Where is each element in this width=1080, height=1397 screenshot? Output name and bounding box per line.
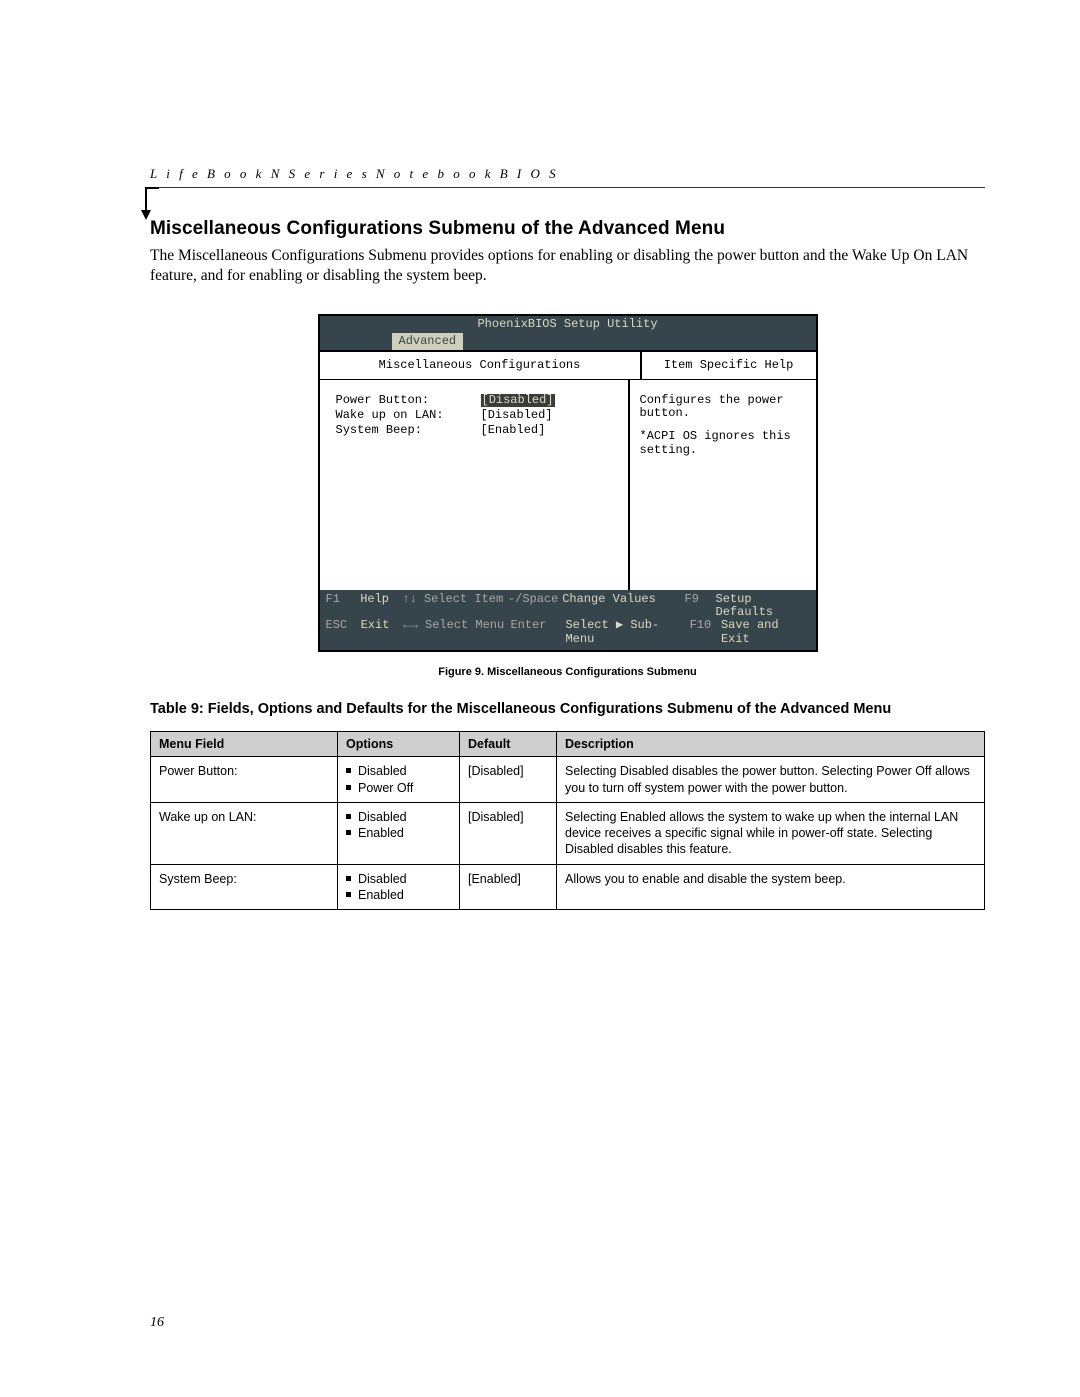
th-description: Description xyxy=(557,732,985,757)
running-header: L i f e B o o k N S e r i e s N o t e b … xyxy=(150,165,985,188)
table-row: Power Button:DisabledPower Off[Disabled]… xyxy=(151,757,985,803)
bios-value: [Disabled] xyxy=(481,409,553,422)
bios-screenshot: PhoenixBIOS Setup Utility Advanced Misce… xyxy=(318,314,818,652)
table-row: Wake up on LAN:DisabledEnabled[Disabled]… xyxy=(151,802,985,864)
th-options: Options xyxy=(338,732,460,757)
section-body: The Miscellaneous Configurations Submenu… xyxy=(150,246,985,286)
section-title: Miscellaneous Configurations Submenu of … xyxy=(150,218,985,240)
bios-footer: F1 Help ↑↓ Select Item -/Space Change Va… xyxy=(320,590,816,650)
bios-fields: Power Button: [Disabled] Wake up on LAN:… xyxy=(320,380,630,590)
table-title: Table 9: Fields, Options and Defaults fo… xyxy=(150,700,985,720)
bios-value: [Enabled] xyxy=(481,424,546,437)
fields-table: Menu Field Options Default Description P… xyxy=(150,731,985,910)
bios-panel-title: Miscellaneous Configurations xyxy=(320,352,642,379)
bios-value-selected: [Disabled] xyxy=(481,394,555,407)
bios-tab-advanced: Advanced xyxy=(392,333,464,350)
bios-help-panel: Configures the power button. *ACPI OS ig… xyxy=(630,380,816,590)
figure-caption: Figure 9. Miscellaneous Configurations S… xyxy=(150,666,985,678)
table-row: System Beep:DisabledEnabled[Enabled]Allo… xyxy=(151,864,985,910)
crop-mark-icon xyxy=(145,172,163,216)
bios-help-title: Item Specific Help xyxy=(642,352,816,379)
th-default: Default xyxy=(460,732,557,757)
bios-row: Wake up on LAN: [Disabled] xyxy=(336,409,612,422)
header-text: L i f e B o o k N S e r i e s N o t e b … xyxy=(150,166,559,181)
bios-title: PhoenixBIOS Setup Utility xyxy=(320,316,816,333)
page-number: 16 xyxy=(150,1315,164,1331)
bios-menu-bar: Advanced xyxy=(320,333,816,350)
th-menu-field: Menu Field xyxy=(151,732,338,757)
bios-row: Power Button: [Disabled] xyxy=(336,394,612,407)
bios-row: System Beep: [Enabled] xyxy=(336,424,612,437)
